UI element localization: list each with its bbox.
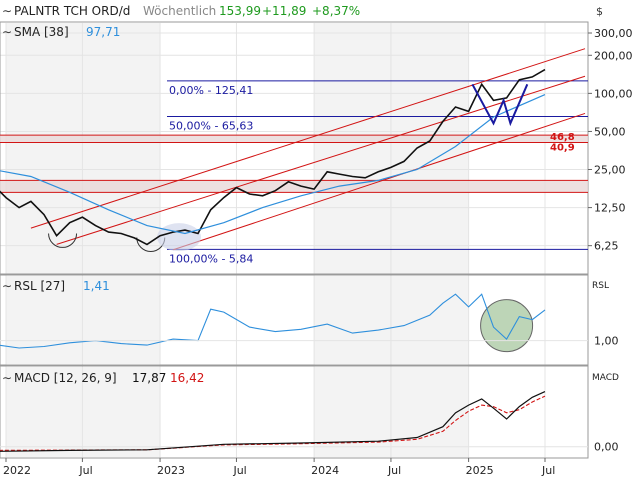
signal-legend-value: 16,42 [170,371,204,385]
time-axis-label: 2022 [3,464,31,477]
macd-axis-label: MACD [592,373,619,383]
price-axis-label: 6,25 [594,240,619,253]
fib-level-label: 50,00% - 65,63 [169,119,253,132]
stock-chart: 46,840,9 0,00% - 125,41 50,00% - 65,63 100,… [0,0,640,480]
fib-level-label: 0,00% - 125,41 [169,84,253,97]
price-change-percent: +8,37% [312,4,360,18]
macd-wave-icon: ∼ [2,371,12,385]
instrument-title: PALNTR TCH ORD/d [14,4,130,18]
price-axis-label: 25,00 [594,164,626,177]
time-axis-label: 2023 [157,464,185,477]
rsl-highlight-circle [480,299,534,353]
rsl-wave-icon: ∼ [2,279,12,293]
rsl-axis-label: RSL [592,281,609,291]
wave-icon: ∼ [2,4,12,18]
time-axis-label: Jul [387,464,401,477]
macd-legend-label: MACD [12, 26, 9] [14,371,117,385]
rsl-legend-value: 1,41 [83,279,110,293]
interval-label: Wöchentlich [143,4,216,18]
macd-axis-tick-label: 0,00 [594,441,619,454]
currency-label: $ [596,5,603,18]
time-axis-label: Jul [541,464,555,477]
price-axis-label: 12,50 [594,202,626,215]
macd-legend-value: 17,87 [132,371,166,385]
support-zone-label: 40,9 [550,142,575,153]
price-axis-label: 300,00 [594,27,633,40]
fib-level-label: 100,00% - 5,84 [169,252,253,265]
time-axis-label: Jul [232,464,246,477]
sma-wave-icon: ∼ [2,25,12,39]
price-change: +11,89 [262,4,306,18]
rsl-axis-tick-label: 1,00 [594,335,619,348]
sma-legend-value: 97,71 [86,25,120,39]
support-zone-label: 46,8 [550,132,575,143]
price-axis-label: 200,00 [594,49,633,62]
support-zone [0,180,588,193]
last-price: 153,99 [219,4,261,18]
price-axis-label: 100,00 [594,87,633,100]
time-axis-label: 2025 [466,464,494,477]
price-axis-label: 50,00 [594,125,626,138]
highlight-ellipse [157,223,202,252]
rsl-legend-label: RSL [27] [14,279,65,293]
sma-legend-label: SMA [38] [14,25,69,39]
time-axis-label: 2024 [311,464,339,477]
time-axis-label: Jul [78,464,92,477]
